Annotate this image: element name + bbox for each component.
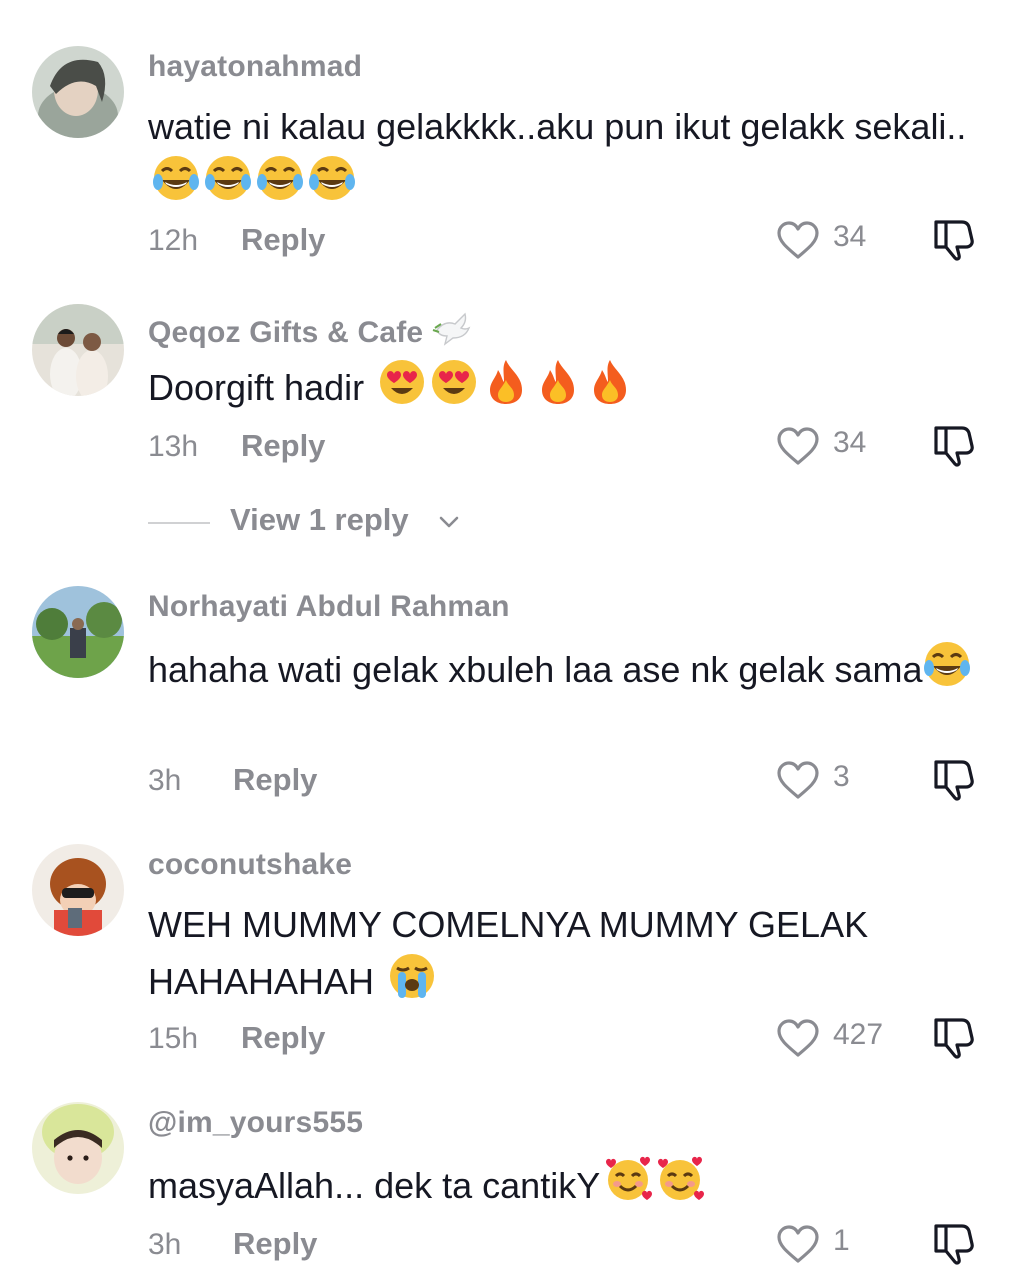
like-button[interactable]: 1 xyxy=(776,1224,896,1268)
smiling-with-hearts-emoji xyxy=(656,1156,705,1204)
thumbs-down-icon xyxy=(934,1224,974,1265)
comment-timestamp: 3h xyxy=(148,1228,182,1261)
reply-button[interactable]: Reply xyxy=(233,1226,317,1262)
comment-item: @im_yours555 masyaAllah... dek ta cantik… xyxy=(0,0,1017,1280)
heart-icon xyxy=(777,1225,819,1263)
like-count: 1 xyxy=(833,1224,850,1257)
avatar-image xyxy=(32,1102,124,1194)
dislike-button[interactable] xyxy=(930,1222,978,1266)
smiling-with-hearts-emoji xyxy=(604,1156,653,1204)
username[interactable]: @im_yours555 xyxy=(148,1106,363,1140)
comment-text: masyaAllah... dek ta cantikY xyxy=(148,1156,978,1213)
avatar[interactable] xyxy=(32,1102,124,1194)
